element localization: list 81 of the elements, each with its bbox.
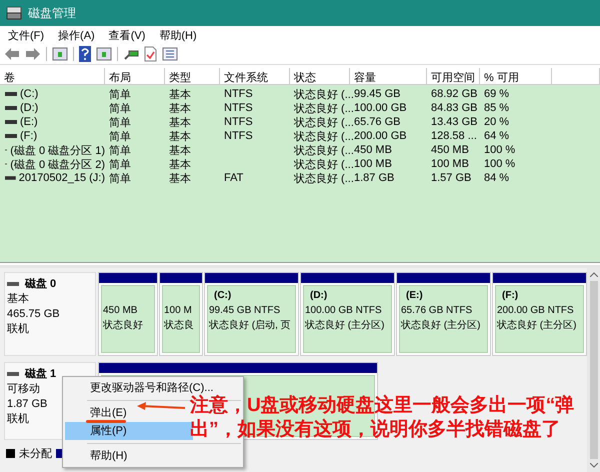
disk-name: 磁盘 0: [25, 277, 56, 291]
partition-status: 状态良好 (启动, 页: [209, 318, 292, 332]
table-cell: 简单: [109, 88, 131, 100]
table-cell: 450 MB: [354, 144, 392, 156]
table-cell: 450 MB: [431, 144, 469, 156]
table-cell: 状态良好 (...: [294, 144, 354, 156]
partition-size: 65.76 GB NTFS: [401, 305, 474, 316]
table-cell: 简单: [109, 130, 131, 142]
table-cell: 简单: [109, 102, 131, 114]
table-cell: 100 MB: [431, 158, 469, 170]
disk-type: 可移动: [7, 382, 41, 396]
table-cell: 基本: [169, 158, 191, 170]
table-cell: 100 MB: [354, 158, 392, 170]
table-cell: 64 %: [484, 130, 510, 142]
table-cell: 100 %: [484, 144, 516, 156]
table-cell: NTFS: [224, 130, 253, 142]
disk-status: 联机: [7, 412, 30, 426]
table-cell: 状态良好 (...: [294, 102, 354, 114]
table-cell: 65.76 GB: [354, 116, 400, 128]
disk-status: 联机: [7, 322, 30, 336]
table-cell: (E:): [20, 116, 38, 128]
disk-type: 基本: [7, 292, 30, 306]
table-cell: 基本: [169, 102, 191, 114]
partition-status: 状态良好 (主分区): [401, 318, 482, 332]
table-cell: NTFS: [224, 88, 253, 100]
table-cell: 128.58 ...: [431, 130, 477, 142]
table-cell: FAT: [224, 172, 244, 184]
table-cell: NTFS: [224, 116, 253, 128]
table-cell: (D:): [20, 102, 38, 114]
table-cell: 99.45 GB: [354, 88, 400, 100]
table-cell: 简单: [109, 158, 131, 170]
partition-label: (E:): [405, 290, 424, 303]
table-cell: 基本: [169, 144, 191, 156]
table-cell: 20170502_15 (J:): [18, 172, 105, 184]
table-cell: 状态良好 (...: [294, 172, 354, 184]
table-cell: 基本: [169, 88, 191, 100]
partition-status: 状态良好: [103, 318, 144, 332]
partition-status: 状态良好 (主分区): [305, 318, 386, 332]
partition-label: (D:): [309, 290, 328, 303]
table-cell: 84 %: [484, 172, 510, 184]
table-cell: 1.57 GB: [431, 172, 472, 184]
table-cell: 状态良好 (...: [294, 158, 354, 170]
annotation-text: 注意，U盘或移动硬盘这里一般会多出一项“弹出”，如果没有这项，说明你多半找错磁盘了: [190, 394, 576, 442]
table-cell: 68.92 GB: [431, 88, 478, 100]
table-cell-text: (磁盘 0 磁盘分区 2): [10, 158, 105, 172]
partition-size: 100.00 GB NTFS: [305, 305, 383, 316]
table-cell: 200.00 GB: [354, 130, 407, 142]
partition-label: (F:): [501, 290, 520, 303]
window-title: 磁盘管理: [28, 4, 76, 22]
table-cell: 基本: [169, 130, 191, 142]
partition-label: (C:): [213, 290, 232, 303]
partition-status: 状态良: [164, 318, 195, 332]
disk-name: 磁盘 1: [25, 367, 56, 381]
table-cell: 基本: [169, 116, 191, 128]
partition-size: 200.00 GB NTFS: [497, 305, 575, 316]
table-cell: 85 %: [484, 102, 510, 114]
partition-size: 450 MB: [103, 305, 138, 316]
table-cell: 状态良好 (...: [294, 88, 354, 100]
partition-status: 状态良好 (主分区): [497, 318, 578, 332]
table-cell: 简单: [109, 144, 131, 156]
table-cell: 100 %: [484, 158, 516, 170]
partition-size: 100 M: [164, 305, 193, 316]
table-cell: 基本: [169, 172, 191, 184]
disk-size: 465.75 GB: [7, 307, 61, 321]
table-cell: (F:): [20, 130, 38, 142]
table-cell: 84.83 GB: [431, 102, 478, 114]
table-cell: 13.43 GB: [431, 116, 478, 128]
partition-size: 99.45 GB NTFS: [209, 305, 282, 316]
table-cell: 100.00 GB: [354, 102, 407, 114]
table-cell: 20 %: [484, 116, 510, 128]
disk-size: 1.87 GB: [7, 397, 48, 411]
table-cell: 简单: [109, 116, 131, 128]
table-cell: 状态良好 (...: [294, 116, 354, 128]
table-cell-text: (磁盘 0 磁盘分区 1): [10, 144, 105, 158]
legend-label: 未分配: [19, 447, 52, 461]
table-cell: NTFS: [224, 102, 253, 114]
table-cell: 简单: [109, 172, 131, 184]
table-cell: 1.87 GB: [354, 172, 394, 184]
table-cell: 69 %: [484, 88, 510, 100]
table-cell: 状态良好 (...: [294, 130, 354, 142]
table-cell: (C:): [20, 88, 38, 100]
